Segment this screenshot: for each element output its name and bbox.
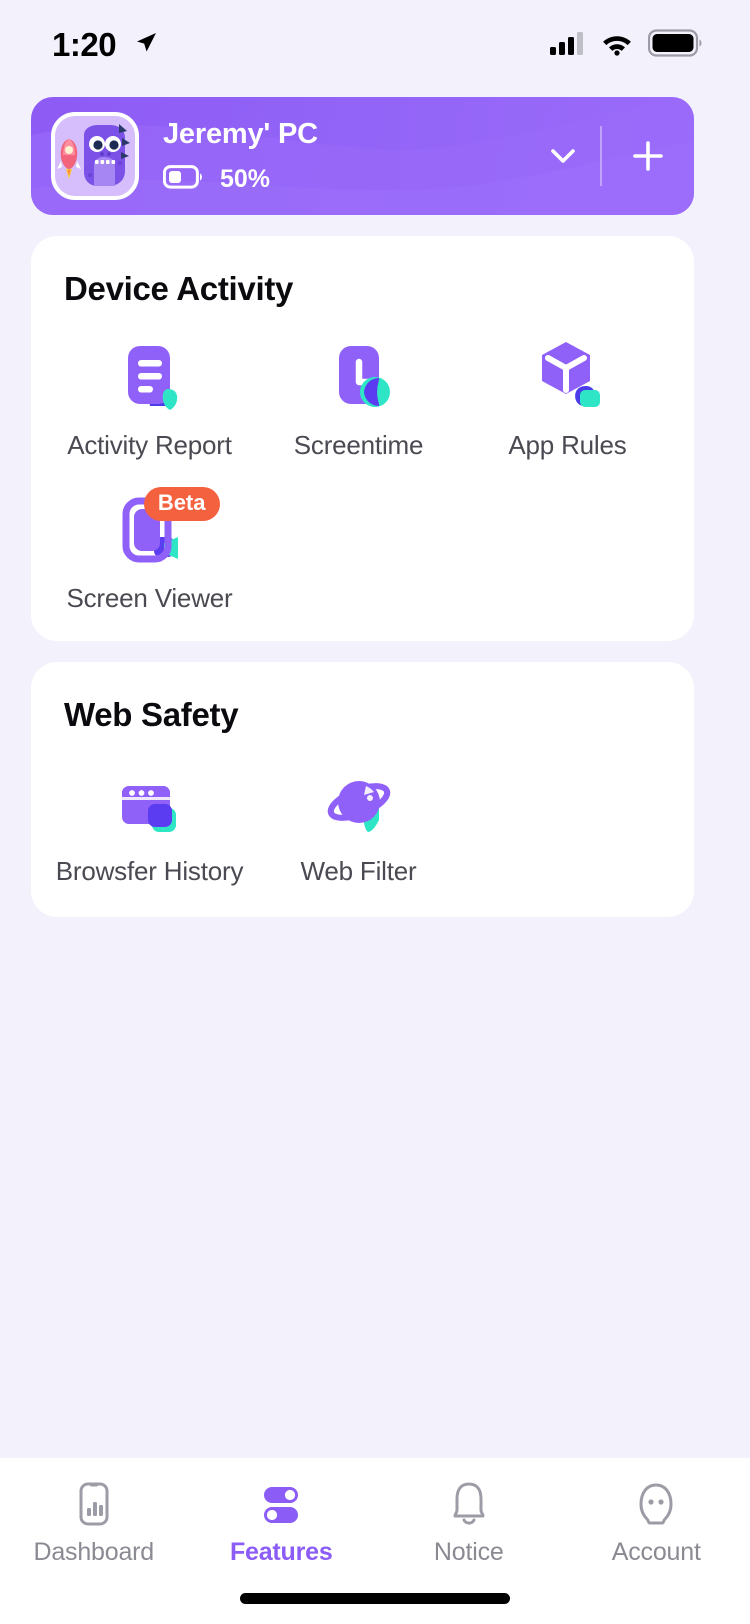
web-safety-card: Web Safety Browsfer History Web Filter [31,662,694,917]
browser-history-icon [102,760,198,838]
feature-label: Screen Viewer [66,583,233,613]
status-bar-right [550,28,704,62]
device-card-actions [526,97,694,215]
app-screen: 1:20 Jeremy' PC 50% Device Activity Acti… [0,0,750,1624]
screentime-clock-icon [311,334,407,412]
beta-badge: Beta [143,487,220,522]
device-battery-text: 50% [220,164,271,193]
status-bar: 1:20 [0,0,750,90]
features-toggles-icon [264,1487,299,1523]
status-bar-time: 1:20 [52,26,117,63]
wifi-icon [600,30,634,61]
account-person-icon [639,1483,673,1525]
nav-item-notice[interactable]: Notice [375,1480,563,1567]
feature-tile-screentime[interactable]: Screentime [254,308,463,461]
bottom-navigation-bar: Dashboard Features Notice Account [0,1458,750,1624]
feature-label: Activity Report [67,430,232,460]
feature-tile-activity-report[interactable]: Activity Report [45,308,254,461]
section-title-device-activity: Device Activity [64,270,294,307]
nav-label: Notice [433,1538,504,1566]
add-device-button[interactable] [602,137,694,175]
web-safety-grid: Browsfer History Web Filter [31,734,694,887]
monster-avatar-icon [57,124,130,186]
dashboard-phone-chart-icon [79,1482,109,1526]
notice-bell-icon [453,1482,485,1525]
feature-label: App Rules [508,430,627,460]
avatar [51,112,139,200]
device-activity-card: Device Activity Activity Report Screenti… [31,236,694,641]
screen-viewer-icon: Beta [102,487,220,565]
battery-full-icon [647,28,704,62]
device-info: Jeremy' PC 50% [162,117,526,195]
section-title-web-safety: Web Safety [64,696,239,733]
device-expand-button[interactable] [526,139,600,173]
feature-tile-app-rules[interactable]: App Rules [463,308,672,461]
activity-report-icon [102,334,198,412]
status-bar-left: 1:20 [52,26,158,64]
plus-icon [633,141,663,171]
feature-tile-screen-viewer[interactable]: Beta Screen Viewer [45,461,254,614]
nav-item-account[interactable]: Account [563,1480,750,1567]
battery-half-icon [162,164,205,195]
app-rules-cube-icon [520,334,616,412]
device-activity-grid: Activity Report Screentime App Rules Bet… [31,308,694,614]
nav-item-dashboard[interactable]: Dashboard [0,1480,188,1567]
feature-tile-browser-history[interactable]: Browsfer History [45,734,254,887]
chevron-down-icon [551,149,575,163]
nav-item-features[interactable]: Features [188,1480,376,1567]
location-arrow-icon [132,30,158,61]
feature-label: Browsfer History [55,856,244,886]
nav-label: Features [229,1538,333,1566]
device-battery: 50% [162,164,526,195]
cellular-signal-icon [550,30,586,61]
web-filter-planet-icon [311,760,407,838]
home-indicator [240,1593,510,1604]
nav-label: Account [611,1538,701,1566]
device-name: Jeremy' PC [163,117,318,150]
nav-label: Dashboard [33,1538,154,1566]
feature-tile-web-filter[interactable]: Web Filter [254,734,463,887]
device-card[interactable]: Jeremy' PC 50% [31,97,694,215]
feature-label: Screentime [293,430,424,460]
feature-label: Web Filter [300,856,417,886]
